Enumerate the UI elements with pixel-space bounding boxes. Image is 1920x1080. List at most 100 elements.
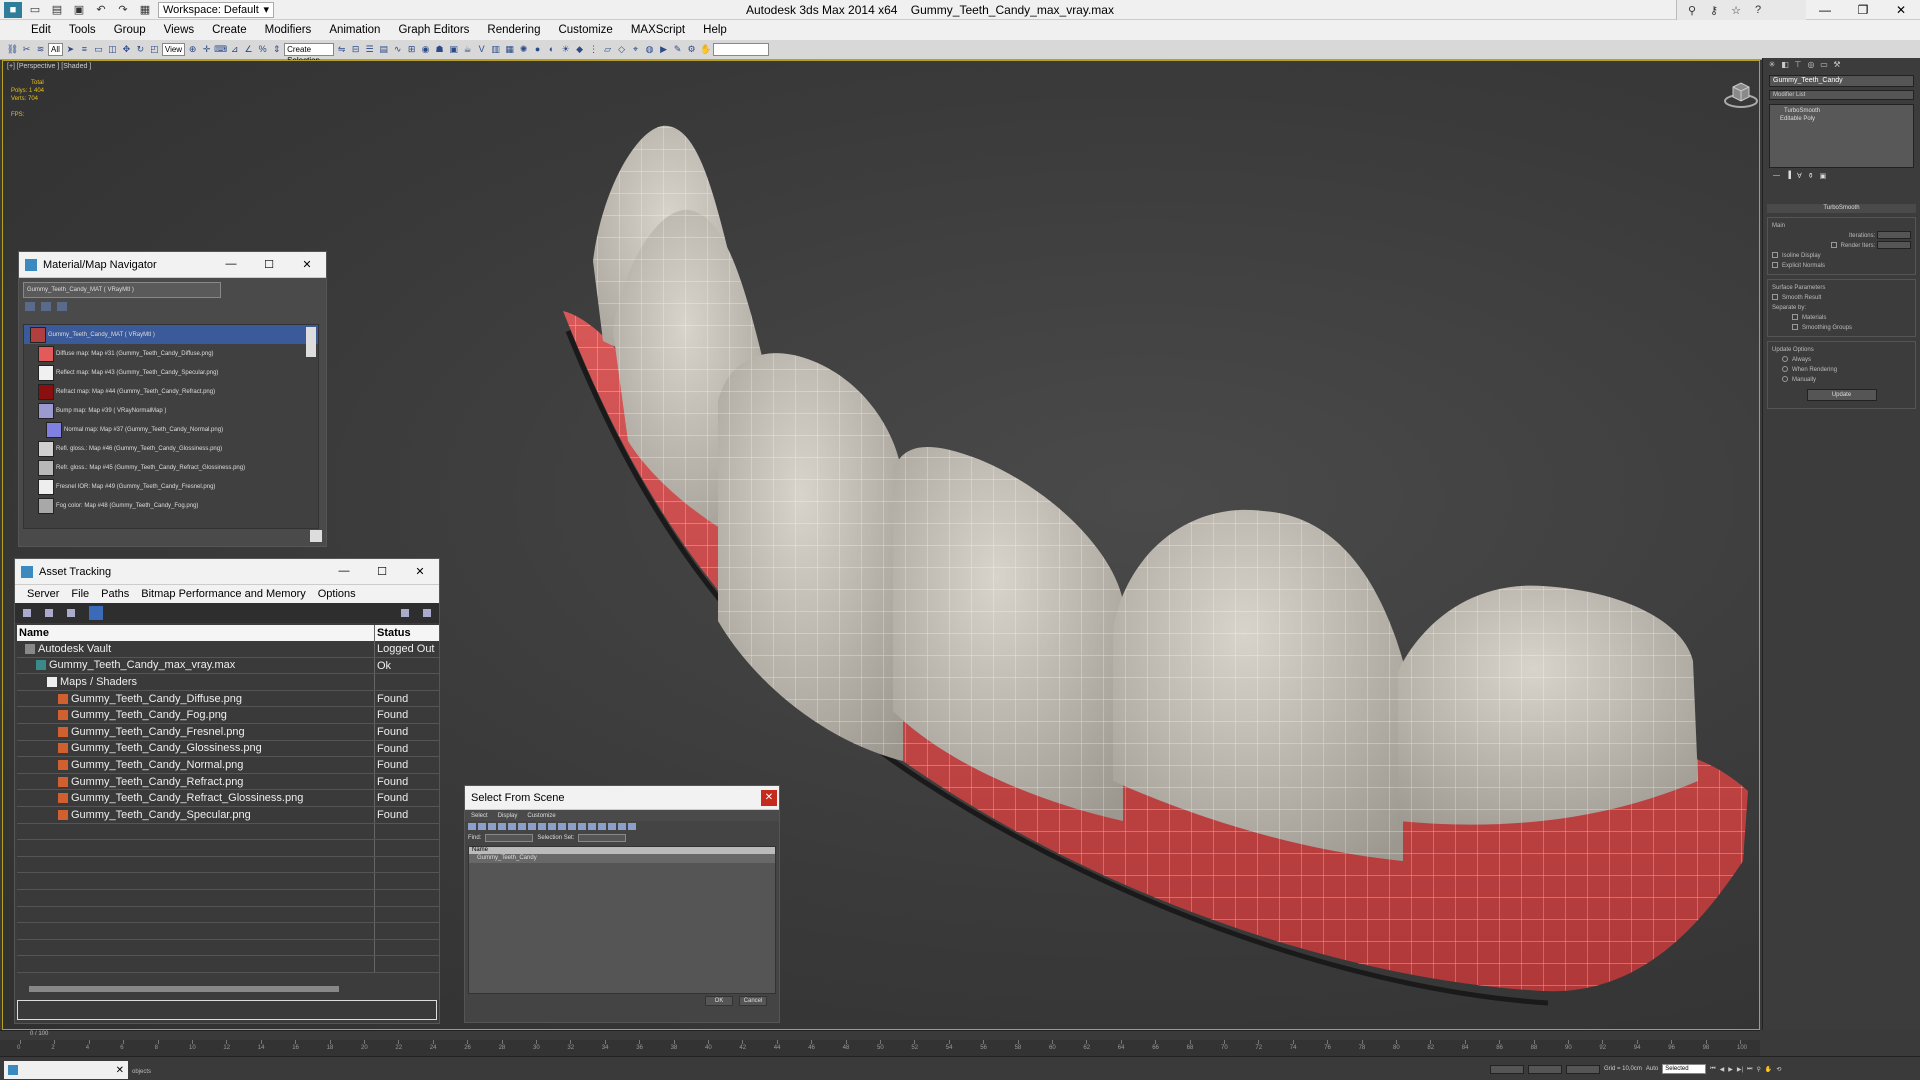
delete-icon[interactable] <box>45 609 53 617</box>
render-icon[interactable]: ☕ <box>461 43 474 56</box>
x-coord-field[interactable] <box>1490 1064 1524 1074</box>
select-by-name-icon[interactable]: ≡ <box>78 43 91 56</box>
materials-checkbox[interactable] <box>1792 314 1798 321</box>
navigator-resize-handle[interactable] <box>310 530 322 542</box>
table-row[interactable]: Gummy_Teeth_Candy_Glossiness.png Found <box>17 740 439 758</box>
menu-maxscript[interactable]: MAXScript <box>622 24 694 36</box>
material-editor-icon[interactable]: ◉ <box>419 43 432 56</box>
options-icon[interactable] <box>423 609 431 617</box>
key-icon[interactable]: ⚷ <box>1705 2 1723 18</box>
iterations-spinner[interactable] <box>1877 231 1911 240</box>
map-slot-item[interactable]: Diffuse map: Map #31 (Gummy_Teeth_Candy_… <box>24 344 318 363</box>
vray-fur-icon[interactable]: ⋮ <box>587 43 600 56</box>
material-navigator-titlebar[interactable]: Material/Map Navigator — ☐ ✕ <box>19 252 326 278</box>
help-icon[interactable] <box>401 609 409 617</box>
menu-customize[interactable]: Customize <box>549 24 621 36</box>
menu-display[interactable]: Display <box>498 813 518 819</box>
vray-icon[interactable]: V <box>475 43 488 56</box>
vray-sphere-icon[interactable]: ● <box>531 43 544 56</box>
move-icon[interactable]: ✥ <box>120 43 133 56</box>
stack-item-editable-poly[interactable]: Editable Poly <box>1774 115 1909 123</box>
list-header-name[interactable]: Name <box>469 847 775 854</box>
show-end-result-icon[interactable]: ▐ <box>1786 172 1791 184</box>
sync-selection-icon[interactable] <box>618 823 626 830</box>
filter-hidden-icon[interactable] <box>578 823 586 830</box>
vray-material-icon[interactable]: ◍ <box>643 43 656 56</box>
angle-snap-icon[interactable]: ∠ <box>242 43 255 56</box>
menu-group[interactable]: Group <box>105 24 155 36</box>
save-icon[interactable]: ▣ <box>70 2 88 18</box>
asset-horizontal-scrollbar[interactable] <box>29 986 339 992</box>
minimize-icon[interactable]: — <box>212 258 250 271</box>
undo-icon[interactable]: ↶ <box>92 2 110 18</box>
app-menu-icon[interactable]: ■ <box>4 1 22 18</box>
filter-geometry-icon[interactable] <box>468 823 476 830</box>
list-item[interactable]: Gummy_Teeth_Candy <box>469 854 775 863</box>
curve-editor-icon[interactable]: ∿ <box>391 43 404 56</box>
redo-icon[interactable]: ↷ <box>114 2 132 18</box>
asset-menu-paths[interactable]: Paths <box>95 588 135 600</box>
table-view-icon[interactable] <box>67 609 75 617</box>
rendered-frame-icon[interactable]: ▣ <box>447 43 460 56</box>
select-manipulate-icon[interactable]: ✛ <box>200 43 213 56</box>
filter-containers-icon[interactable] <box>558 823 566 830</box>
restore-icon[interactable]: ❐ <box>1844 0 1882 20</box>
select-all-icon[interactable] <box>588 823 596 830</box>
goto-end-icon[interactable]: ⏭ <box>1747 1066 1752 1073</box>
menu-views[interactable]: Views <box>155 24 203 36</box>
filter-xrefs-icon[interactable] <box>538 823 546 830</box>
display-tab-icon[interactable]: ▭ <box>1819 60 1829 70</box>
table-row[interactable]: Gummy_Teeth_Candy_Fresnel.png Found <box>17 723 439 741</box>
help-icon[interactable]: ? <box>1749 2 1767 18</box>
filter-helpers-icon[interactable] <box>508 823 516 830</box>
menu-customize[interactable]: Customize <box>527 813 555 819</box>
render-setup-icon[interactable]: ☗ <box>433 43 446 56</box>
utilities-tab-icon[interactable]: ⚒ <box>1832 60 1842 70</box>
table-row[interactable]: Autodesk Vault Logged Out ( <box>17 641 439 658</box>
create-tab-icon[interactable]: ✳ <box>1767 60 1777 70</box>
extra-tool3-icon[interactable]: ✋ <box>699 43 712 56</box>
cancel-button[interactable]: Cancel <box>739 996 767 1006</box>
motion-tab-icon[interactable]: ◎ <box>1806 60 1816 70</box>
render-iters-spinner[interactable] <box>1877 241 1911 250</box>
map-slot-item[interactable]: Bump map: Map #39 ( VRayNormalMap ) <box>24 401 318 420</box>
vray-sun-icon[interactable]: ☀ <box>559 43 572 56</box>
manually-radio[interactable] <box>1782 376 1788 383</box>
menu-modifiers[interactable]: Modifiers <box>256 24 321 36</box>
smooth-result-checkbox[interactable] <box>1772 294 1778 301</box>
scale-icon[interactable]: ◰ <box>148 43 161 56</box>
filter-frozen-icon[interactable] <box>568 823 576 830</box>
maximize-icon[interactable]: ☐ <box>363 565 401 578</box>
close-icon[interactable]: ✕ <box>116 1065 124 1076</box>
turbosmooth-rollout-header[interactable]: TurboSmooth <box>1767 204 1916 213</box>
auto-key-button[interactable]: Auto <box>1646 1066 1658 1072</box>
material-root-item[interactable]: Gummy_Teeth_Candy_MAT ( VRayMtl ) <box>24 325 318 344</box>
y-coord-field[interactable] <box>1528 1064 1562 1074</box>
vray-render-icon[interactable]: ▶ <box>657 43 670 56</box>
ok-button[interactable]: OK <box>705 996 733 1006</box>
maxscript-listener-tab[interactable]: ✕ <box>4 1061 128 1079</box>
unlink-icon[interactable]: ✂ <box>20 43 33 56</box>
remove-modifier-icon[interactable]: ⚱ <box>1808 172 1814 184</box>
render-iters-checkbox[interactable] <box>1830 242 1837 249</box>
menu-tools[interactable]: Tools <box>60 24 105 36</box>
open-file-icon[interactable]: ▤ <box>48 2 66 18</box>
pin-stack-icon[interactable]: — <box>1773 172 1780 184</box>
asset-path-field[interactable] <box>17 1000 437 1020</box>
stack-item-turbosmooth[interactable]: TurboSmooth <box>1774 107 1909 115</box>
ribbon-icon[interactable]: ▤ <box>377 43 390 56</box>
menu-select[interactable]: Select <box>471 813 488 819</box>
binoculars-icon[interactable]: ⚲ <box>1683 2 1701 18</box>
filter-bones-icon[interactable] <box>548 823 556 830</box>
next-frame-icon[interactable]: ▶| <box>1737 1066 1743 1073</box>
extra-tool-icon[interactable]: ✎ <box>671 43 684 56</box>
filter-warps-icon[interactable] <box>518 823 526 830</box>
workspace-dropdown[interactable]: Workspace: Default ▾ <box>158 1 274 18</box>
schematic-icon[interactable]: ⊞ <box>405 43 418 56</box>
orbit-icon[interactable]: ⟲ <box>1776 1066 1781 1073</box>
table-row[interactable]: Gummy_Teeth_Candy_Fog.png Found <box>17 707 439 724</box>
percent-snap-icon[interactable]: % <box>256 43 269 56</box>
asset-menu-file[interactable]: File <box>65 588 95 600</box>
select-object-icon[interactable]: ➤ <box>64 43 77 56</box>
asset-menu-options[interactable]: Options <box>312 588 362 600</box>
